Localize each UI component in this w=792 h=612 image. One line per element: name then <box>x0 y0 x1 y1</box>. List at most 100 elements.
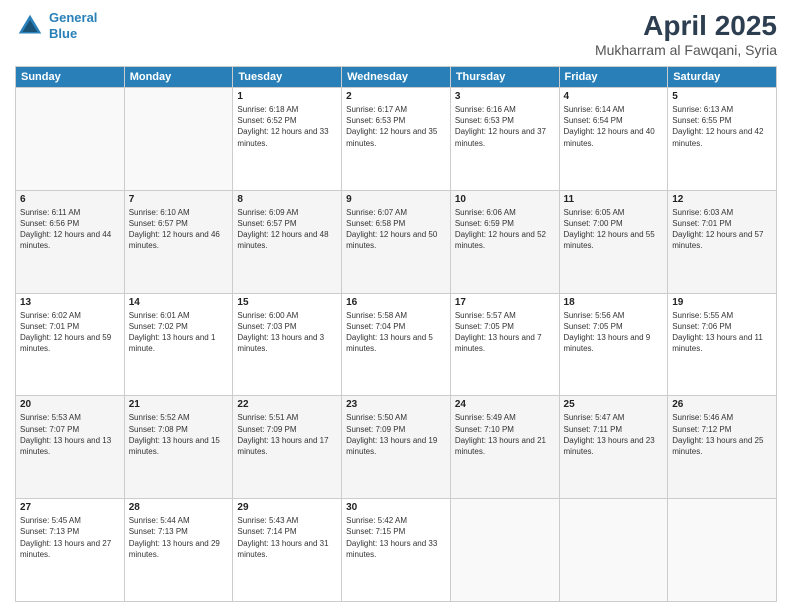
day-number: 10 <box>455 194 555 205</box>
calendar-cell: 5 Sunrise: 6:13 AM Sunset: 6:55 PM Daylig… <box>668 88 777 191</box>
calendar-cell: 20 Sunrise: 5:53 AM Sunset: 7:07 PM Dayli… <box>16 396 125 499</box>
week-row-1: 1 Sunrise: 6:18 AM Sunset: 6:52 PM Daylig… <box>16 88 777 191</box>
day-number: 19 <box>672 297 772 308</box>
day-number: 6 <box>20 194 120 205</box>
day-number: 15 <box>237 297 337 308</box>
day-number: 30 <box>346 502 446 513</box>
day-number: 13 <box>20 297 120 308</box>
logo-line2: Blue <box>49 26 77 41</box>
calendar-cell <box>450 499 559 602</box>
calendar-cell: 15 Sunrise: 6:00 AM Sunset: 7:03 PM Dayli… <box>233 293 342 396</box>
calendar-cell: 23 Sunrise: 5:50 AM Sunset: 7:09 PM Dayli… <box>342 396 451 499</box>
day-detail: Sunrise: 6:17 AM Sunset: 6:53 PM Dayligh… <box>346 104 446 149</box>
calendar-cell: 11 Sunrise: 6:05 AM Sunset: 7:00 PM Dayli… <box>559 190 668 293</box>
calendar-cell: 6Sunrise: 6:11 AM Sunset: 6:56 PM Daylig… <box>16 190 125 293</box>
day-detail: Sunrise: 5:55 AM Sunset: 7:06 PM Dayligh… <box>672 310 772 355</box>
calendar-cell: 13Sunrise: 6:02 AM Sunset: 7:01 PM Dayli… <box>16 293 125 396</box>
day-detail: Sunrise: 5:45 AM Sunset: 7:13 PM Dayligh… <box>20 515 120 560</box>
day-number: 29 <box>237 502 337 513</box>
day-detail: Sunrise: 6:18 AM Sunset: 6:52 PM Dayligh… <box>237 104 337 149</box>
calendar-cell <box>124 88 233 191</box>
calendar-cell: 4Sunrise: 6:14 AM Sunset: 6:54 PM Daylig… <box>559 88 668 191</box>
day-detail: Sunrise: 5:56 AM Sunset: 7:05 PM Dayligh… <box>564 310 664 355</box>
calendar-cell: 19 Sunrise: 5:55 AM Sunset: 7:06 PM Dayli… <box>668 293 777 396</box>
day-number: 18 <box>564 297 664 308</box>
day-detail: Sunrise: 6:00 AM Sunset: 7:03 PM Dayligh… <box>237 310 337 355</box>
calendar-cell: 7 Sunrise: 6:10 AM Sunset: 6:57 PM Daylig… <box>124 190 233 293</box>
col-saturday: Saturday <box>668 67 777 88</box>
title-block: April 2025 Mukharram al Fawqani, Syria <box>595 10 777 58</box>
day-detail: Sunrise: 6:14 AM Sunset: 6:54 PM Dayligh… <box>564 104 664 149</box>
calendar-cell: 17Sunrise: 5:57 AM Sunset: 7:05 PM Dayli… <box>450 293 559 396</box>
calendar-cell: 10 Sunrise: 6:06 AM Sunset: 6:59 PM Dayli… <box>450 190 559 293</box>
day-number: 11 <box>564 194 664 205</box>
day-number: 2 <box>346 91 446 102</box>
day-detail: Sunrise: 6:10 AM Sunset: 6:57 PM Dayligh… <box>129 207 229 252</box>
day-number: 22 <box>237 399 337 410</box>
calendar-cell <box>559 499 668 602</box>
day-detail: Sunrise: 6:13 AM Sunset: 6:55 PM Dayligh… <box>672 104 772 149</box>
calendar-cell: 9Sunrise: 6:07 AM Sunset: 6:58 PM Daylig… <box>342 190 451 293</box>
day-detail: Sunrise: 5:51 AM Sunset: 7:09 PM Dayligh… <box>237 412 337 457</box>
page: General Blue April 2025 Mukharram al Faw… <box>0 0 792 612</box>
day-number: 28 <box>129 502 229 513</box>
subtitle: Mukharram al Fawqani, Syria <box>595 42 777 58</box>
day-detail: Sunrise: 5:43 AM Sunset: 7:14 PM Dayligh… <box>237 515 337 560</box>
day-detail: Sunrise: 6:16 AM Sunset: 6:53 PM Dayligh… <box>455 104 555 149</box>
calendar-cell: 2 Sunrise: 6:17 AM Sunset: 6:53 PM Daylig… <box>342 88 451 191</box>
col-friday: Friday <box>559 67 668 88</box>
calendar-cell: 16 Sunrise: 5:58 AM Sunset: 7:04 PM Dayli… <box>342 293 451 396</box>
day-detail: Sunrise: 6:03 AM Sunset: 7:01 PM Dayligh… <box>672 207 772 252</box>
calendar-cell: 29 Sunrise: 5:43 AM Sunset: 7:14 PM Dayli… <box>233 499 342 602</box>
day-number: 1 <box>237 91 337 102</box>
day-detail: Sunrise: 5:44 AM Sunset: 7:13 PM Dayligh… <box>129 515 229 560</box>
calendar-cell: 22 Sunrise: 5:51 AM Sunset: 7:09 PM Dayli… <box>233 396 342 499</box>
logo-text: General Blue <box>49 10 97 41</box>
day-number: 16 <box>346 297 446 308</box>
day-detail: Sunrise: 5:46 AM Sunset: 7:12 PM Dayligh… <box>672 412 772 457</box>
calendar-cell: 3 Sunrise: 6:16 AM Sunset: 6:53 PM Daylig… <box>450 88 559 191</box>
header: General Blue April 2025 Mukharram al Faw… <box>15 10 777 58</box>
day-detail: Sunrise: 5:52 AM Sunset: 7:08 PM Dayligh… <box>129 412 229 457</box>
day-number: 27 <box>20 502 120 513</box>
col-wednesday: Wednesday <box>342 67 451 88</box>
day-detail: Sunrise: 6:01 AM Sunset: 7:02 PM Dayligh… <box>129 310 229 355</box>
day-number: 26 <box>672 399 772 410</box>
day-number: 7 <box>129 194 229 205</box>
day-number: 5 <box>672 91 772 102</box>
day-detail: Sunrise: 5:53 AM Sunset: 7:07 PM Dayligh… <box>20 412 120 457</box>
week-row-3: 13Sunrise: 6:02 AM Sunset: 7:01 PM Dayli… <box>16 293 777 396</box>
logo-icon <box>15 11 45 41</box>
day-number: 21 <box>129 399 229 410</box>
day-detail: Sunrise: 6:09 AM Sunset: 6:57 PM Dayligh… <box>237 207 337 252</box>
day-number: 3 <box>455 91 555 102</box>
calendar-header-row: Sunday Monday Tuesday Wednesday Thursday… <box>16 67 777 88</box>
col-monday: Monday <box>124 67 233 88</box>
week-row-5: 27 Sunrise: 5:45 AM Sunset: 7:13 PM Dayli… <box>16 499 777 602</box>
day-detail: Sunrise: 6:06 AM Sunset: 6:59 PM Dayligh… <box>455 207 555 252</box>
calendar-cell: 12Sunrise: 6:03 AM Sunset: 7:01 PM Dayli… <box>668 190 777 293</box>
calendar-cell: 21 Sunrise: 5:52 AM Sunset: 7:08 PM Dayli… <box>124 396 233 499</box>
col-tuesday: Tuesday <box>233 67 342 88</box>
day-number: 24 <box>455 399 555 410</box>
calendar-cell <box>668 499 777 602</box>
day-detail: Sunrise: 5:50 AM Sunset: 7:09 PM Dayligh… <box>346 412 446 457</box>
day-number: 20 <box>20 399 120 410</box>
day-detail: Sunrise: 6:05 AM Sunset: 7:00 PM Dayligh… <box>564 207 664 252</box>
day-number: 14 <box>129 297 229 308</box>
calendar-cell: 1 Sunrise: 6:18 AM Sunset: 6:52 PM Daylig… <box>233 88 342 191</box>
day-detail: Sunrise: 5:42 AM Sunset: 7:15 PM Dayligh… <box>346 515 446 560</box>
logo: General Blue <box>15 10 97 41</box>
col-sunday: Sunday <box>16 67 125 88</box>
col-thursday: Thursday <box>450 67 559 88</box>
calendar-table: Sunday Monday Tuesday Wednesday Thursday… <box>15 66 777 602</box>
calendar-cell <box>16 88 125 191</box>
day-number: 25 <box>564 399 664 410</box>
week-row-2: 6Sunrise: 6:11 AM Sunset: 6:56 PM Daylig… <box>16 190 777 293</box>
day-detail: Sunrise: 5:47 AM Sunset: 7:11 PM Dayligh… <box>564 412 664 457</box>
calendar-cell: 26 Sunrise: 5:46 AM Sunset: 7:12 PM Dayli… <box>668 396 777 499</box>
day-detail: Sunrise: 5:58 AM Sunset: 7:04 PM Dayligh… <box>346 310 446 355</box>
day-number: 9 <box>346 194 446 205</box>
day-number: 23 <box>346 399 446 410</box>
day-detail: Sunrise: 5:49 AM Sunset: 7:10 PM Dayligh… <box>455 412 555 457</box>
